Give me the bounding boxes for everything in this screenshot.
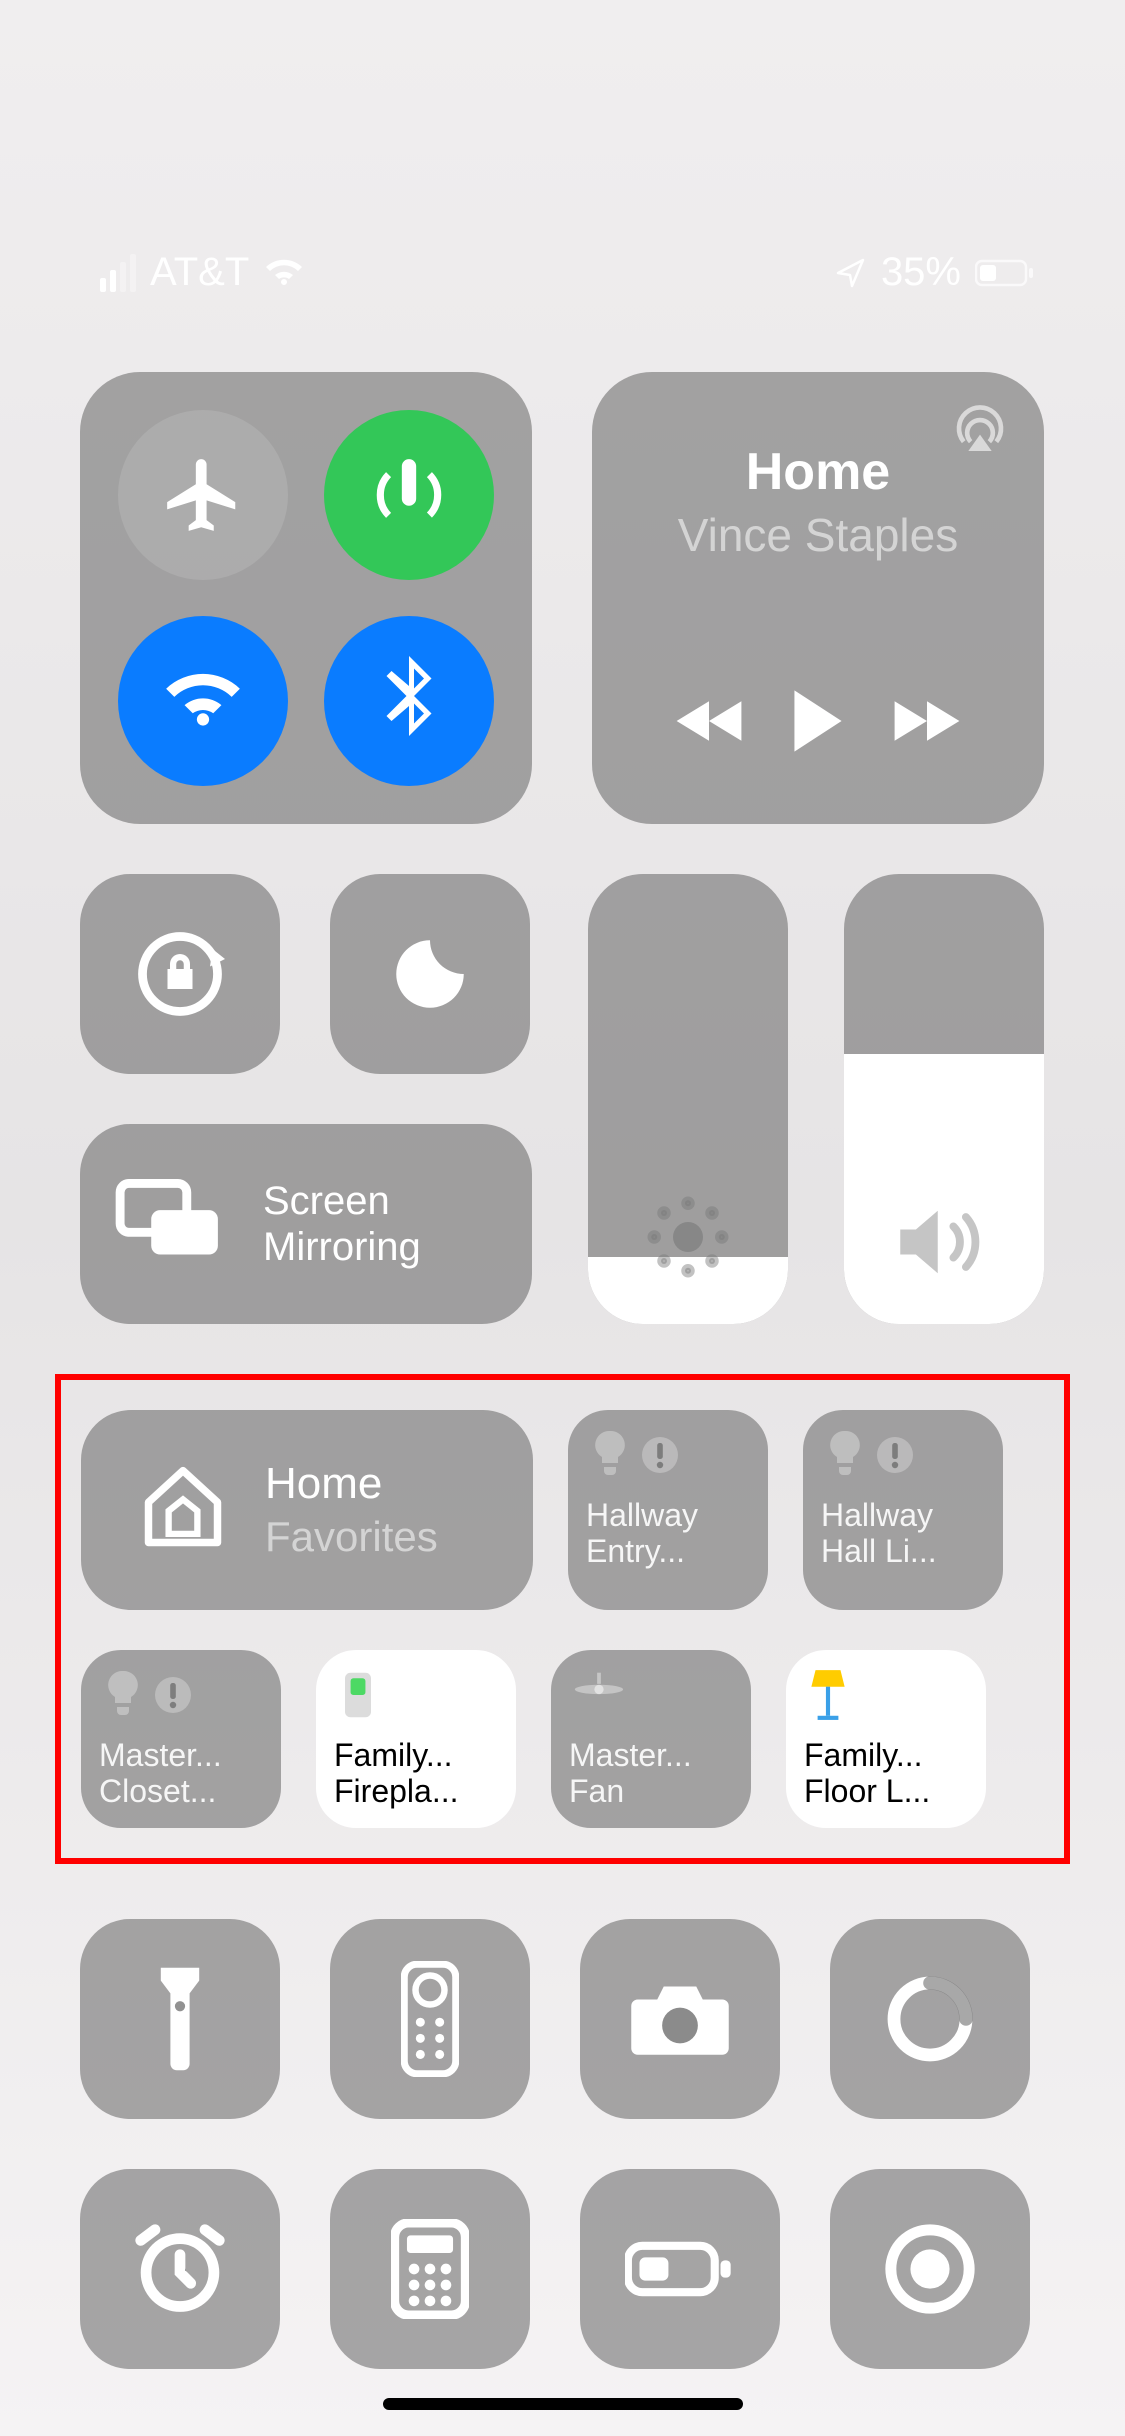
accessory-hallway-hall-light[interactable]: HallwayHall Li... xyxy=(803,1410,1003,1610)
media-artist: Vince Staples xyxy=(622,508,1014,562)
home-indicator[interactable] xyxy=(383,2398,743,2410)
bluetooth-button[interactable] xyxy=(324,616,494,786)
apple-tv-remote-button[interactable] xyxy=(330,1919,530,2119)
switch-icon xyxy=(338,1669,378,1726)
fast-forward-button[interactable] xyxy=(891,696,963,751)
camera-button[interactable] xyxy=(580,1919,780,2119)
alarm-button[interactable] xyxy=(80,2169,280,2369)
accessory-label: Hallway xyxy=(821,1498,933,1533)
play-button[interactable] xyxy=(788,688,848,759)
battery-percent: 35% xyxy=(881,250,961,295)
wifi-button[interactable] xyxy=(118,616,288,786)
battery-icon xyxy=(975,258,1035,288)
location-icon xyxy=(835,257,867,289)
now-playing-pod[interactable]: Home Vince Staples xyxy=(592,372,1044,824)
connectivity-pod[interactable] xyxy=(80,372,532,824)
fan-icon xyxy=(573,1672,625,1723)
calculator-button[interactable] xyxy=(330,2169,530,2369)
volume-slider[interactable] xyxy=(844,874,1044,1324)
airplay-audio-icon[interactable] xyxy=(952,402,1008,463)
alert-icon xyxy=(153,1675,193,1720)
accessory-label: Master... xyxy=(569,1738,692,1773)
alert-icon xyxy=(640,1435,680,1480)
flashlight-button[interactable] xyxy=(80,1919,280,2119)
screen-mirroring-icon xyxy=(115,1179,223,1269)
wifi-icon xyxy=(263,257,305,289)
home-subtitle: Favorites xyxy=(265,1513,438,1561)
orientation-lock-button[interactable] xyxy=(80,874,280,1074)
screen-mirroring-button[interactable]: Screen Mirroring xyxy=(80,1124,532,1324)
carrier-label: AT&T xyxy=(150,250,249,295)
accessory-master-fan[interactable]: Master...Fan xyxy=(551,1650,751,1828)
brightness-slider[interactable] xyxy=(588,874,788,1324)
bulb-icon xyxy=(590,1429,630,1486)
home-title: Home xyxy=(265,1459,438,1509)
status-bar: AT&T 35% xyxy=(0,250,1125,295)
bulb-icon xyxy=(825,1429,865,1486)
home-icon xyxy=(137,1462,229,1559)
home-favorites-group: Home Favorites HallwayEntry... HallwayHa… xyxy=(55,1374,1070,1864)
do-not-disturb-button[interactable] xyxy=(330,874,530,1074)
accessory-label: Family... xyxy=(334,1738,453,1773)
accessory-family-fireplace[interactable]: Family...Firepla... xyxy=(316,1650,516,1828)
accessory-family-floor-lamp[interactable]: Family...Floor L... xyxy=(786,1650,986,1828)
accessory-label: Master... xyxy=(99,1738,222,1773)
low-power-mode-button[interactable] xyxy=(580,2169,780,2369)
screen-recording-button[interactable] xyxy=(830,2169,1030,2369)
cellular-data-button[interactable] xyxy=(324,410,494,580)
cellular-signal-icon xyxy=(100,254,136,292)
timer-button[interactable] xyxy=(830,1919,1030,2119)
accessory-label: Family... xyxy=(804,1738,923,1773)
accessory-label: Hallway xyxy=(586,1498,698,1533)
accessory-hallway-entry[interactable]: HallwayEntry... xyxy=(568,1410,768,1610)
bulb-icon xyxy=(103,1669,143,1726)
lamp-icon xyxy=(808,1668,848,1727)
home-app-button[interactable]: Home Favorites xyxy=(81,1410,533,1610)
alert-icon xyxy=(875,1435,915,1480)
rewind-button[interactable] xyxy=(673,696,745,751)
airplane-mode-button[interactable] xyxy=(118,410,288,580)
screen-mirroring-label: Screen Mirroring xyxy=(263,1178,421,1270)
accessory-master-closet[interactable]: Master...Closet... xyxy=(81,1650,281,1828)
